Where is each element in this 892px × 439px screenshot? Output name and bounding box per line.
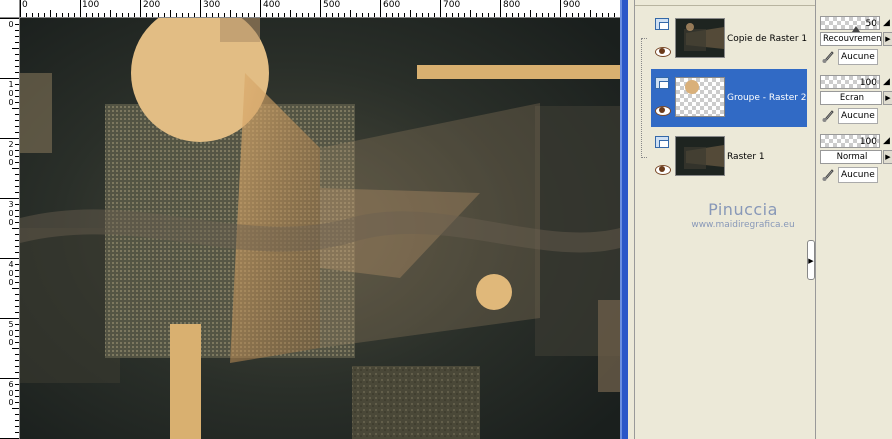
dropdown-arrow-icon[interactable]: ▶ [883, 150, 892, 164]
opacity-end-icon: ◢ [883, 77, 890, 87]
horizontal-ruler-ticks [20, 0, 615, 17]
layer-name[interactable]: Raster 1 [727, 152, 765, 162]
group-tree-connector [641, 38, 647, 158]
layer-row-copie-de-raster-1[interactable]: Copie de Raster 1 [651, 10, 807, 68]
ruler-label: 3 0 0 [8, 200, 14, 227]
artwork-graphic [20, 18, 620, 439]
raster-layer-icon [655, 136, 669, 148]
ruler-label: 800 [503, 0, 521, 10]
opacity-slider[interactable]: 100 [820, 134, 880, 148]
ruler-label: 400 [263, 0, 281, 10]
ruler-label: 0 [8, 20, 14, 29]
vertical-ruler: 0 1 0 0 2 0 0 3 0 0 4 0 0 5 0 0 6 0 0 [0, 18, 20, 439]
ruler-label: 0 [22, 0, 28, 10]
ruler-label: 2 0 0 [8, 140, 14, 167]
layer-thumbnail [675, 18, 725, 58]
ruler-label: 200 [143, 0, 161, 10]
visibility-eye-icon[interactable] [655, 46, 671, 57]
opacity-end-icon: ◢ [883, 136, 890, 146]
panel-expand-arrow-icon[interactable]: ▶ [807, 240, 815, 280]
thumbnail-dark-scene [676, 19, 724, 57]
thumbnail-dark-scene [676, 137, 724, 175]
layer-properties-1: 100 ◢ Ecran ▶ Aucune [819, 73, 892, 131]
dropdown-arrow-icon[interactable]: ▶ [883, 91, 892, 105]
ruler-corner [0, 0, 20, 18]
layer-row-groupe-raster-2[interactable]: Groupe - Raster 2 [651, 69, 807, 127]
horizontal-ruler: 0 100 200 300 400 500 600 700 800 900 [20, 0, 620, 18]
layer-properties-column: 50 ◢ Recouvrement ▶ Aucune 100 ◢ Ecran ▶… [815, 0, 892, 439]
opacity-end-icon: ◢ [883, 18, 890, 28]
mask-button[interactable]: Aucune [820, 108, 878, 124]
ruler-label: 100 [82, 0, 100, 10]
ruler-label: 900 [563, 0, 581, 10]
brush-icon [822, 169, 834, 181]
layer-properties-2: 100 ◢ Normal ▶ Aucune [819, 132, 892, 190]
brush-icon [822, 51, 834, 63]
mask-label: Aucune [838, 49, 878, 65]
watermark-name: Pinuccia [708, 200, 778, 219]
layers-palette: Copie de Raster 1 Groupe - Raster 2 Rast… [634, 0, 815, 439]
layers-toolbar [635, 0, 815, 6]
ruler-label: 600 [383, 0, 401, 10]
blend-mode-select[interactable]: Ecran [820, 91, 882, 105]
dropdown-arrow-icon[interactable]: ▶ [883, 32, 892, 46]
brush-icon [822, 110, 834, 122]
layer-thumbnail [675, 136, 725, 176]
ruler-label: 6 0 0 [8, 380, 14, 407]
opacity-value[interactable]: 100 [860, 76, 877, 90]
ruler-label: 5 0 0 [8, 320, 14, 347]
watermark: Pinuccia www.maidiregrafica.eu [673, 200, 813, 230]
blend-mode-select[interactable]: Recouvrement [820, 32, 882, 46]
blend-mode-select[interactable]: Normal [820, 150, 882, 164]
visibility-eye-icon[interactable] [655, 105, 671, 116]
ruler-label: 300 [203, 0, 221, 10]
mask-button[interactable]: Aucune [820, 167, 878, 183]
layer-name[interactable]: Groupe - Raster 2 [727, 93, 807, 103]
watermark-site: www.maidiregrafica.eu [691, 220, 795, 230]
ruler-label: 1 0 0 [8, 80, 14, 107]
ruler-label: 500 [323, 0, 341, 10]
opacity-slider[interactable]: 100 [820, 75, 880, 89]
opacity-value[interactable]: 50 [866, 17, 877, 31]
mask-label: Aucune [838, 167, 878, 183]
ruler-label: 4 0 0 [8, 260, 14, 287]
mask-label: Aucune [838, 108, 878, 124]
mask-button[interactable]: Aucune [820, 49, 878, 65]
group-layer-icon [655, 77, 669, 89]
visibility-eye-icon[interactable] [655, 164, 671, 175]
layer-name[interactable]: Copie de Raster 1 [727, 34, 807, 44]
canvas-window-border [620, 0, 628, 439]
artwork-image[interactable] [20, 18, 620, 439]
layer-row-raster-1[interactable]: Raster 1 [651, 128, 807, 186]
opacity-value[interactable]: 100 [860, 135, 877, 149]
thumbnail-transparent-circle [685, 80, 699, 94]
opacity-slider[interactable]: 50 [820, 16, 880, 32]
image-canvas-window[interactable]: 0 100 200 300 400 500 600 700 800 900 0 … [0, 0, 628, 439]
raster-layer-icon [655, 18, 669, 30]
ruler-label: 700 [443, 0, 461, 10]
layer-thumbnail [675, 77, 725, 117]
layer-properties-0: 50 ◢ Recouvrement ▶ Aucune [819, 14, 892, 72]
